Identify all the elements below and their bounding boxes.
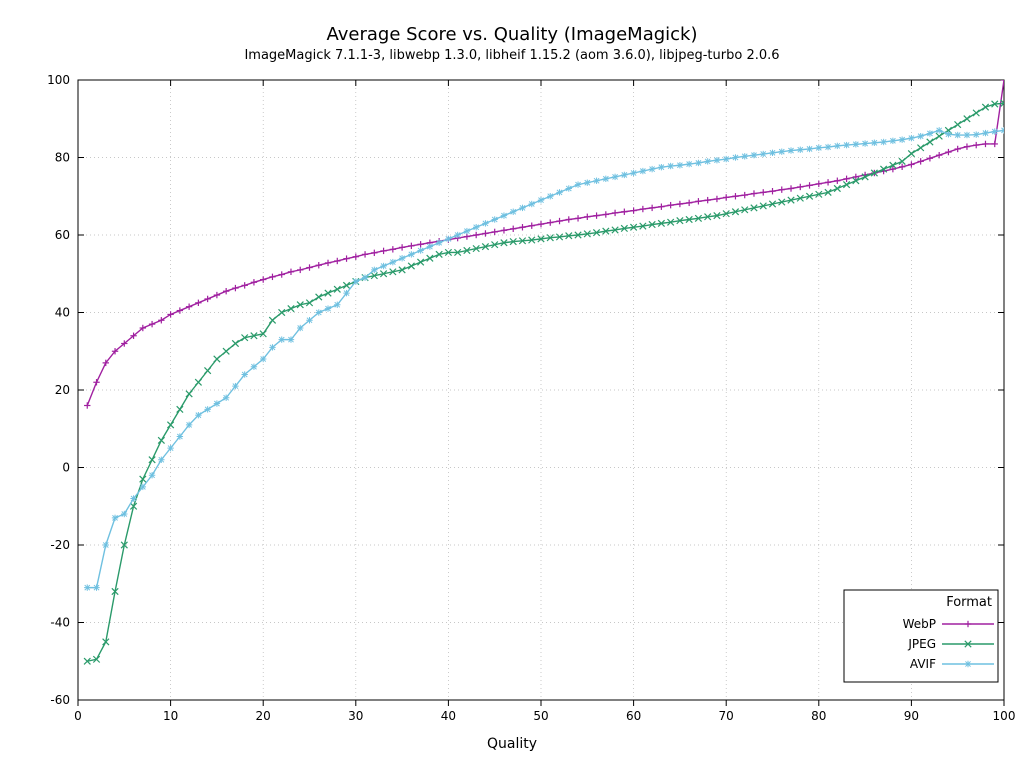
x-tick-label: 0 bbox=[74, 709, 82, 723]
legend-label: WebP bbox=[903, 617, 936, 631]
legend-title: Format bbox=[946, 595, 992, 610]
y-tick-label: -60 bbox=[50, 693, 70, 707]
x-tick-label: 90 bbox=[904, 709, 919, 723]
x-tick-label: 80 bbox=[811, 709, 826, 723]
x-tick-label: 100 bbox=[993, 709, 1016, 723]
y-tick-label: 0 bbox=[62, 461, 70, 475]
x-tick-label: 10 bbox=[163, 709, 178, 723]
y-tick-label: -20 bbox=[50, 538, 70, 552]
x-tick-label: 40 bbox=[441, 709, 456, 723]
legend-label: AVIF bbox=[910, 657, 936, 671]
chart-stage: Average Score vs. Quality (ImageMagick) … bbox=[0, 0, 1024, 768]
x-tick-label: 50 bbox=[533, 709, 548, 723]
y-tick-label: 60 bbox=[55, 228, 70, 242]
legend-label: JPEG bbox=[907, 637, 936, 651]
chart-plot: 0 10 20 30 40 50 60 70 80 90 100 -60 -40 -20 0 20 40 60 80… bbox=[0, 0, 1024, 768]
x-tick-label: 70 bbox=[719, 709, 734, 723]
y-tick-label: -40 bbox=[50, 616, 70, 630]
x-tick-label: 20 bbox=[256, 709, 271, 723]
legend: Format WebP JPEG AVIF bbox=[844, 590, 998, 682]
y-tick-label: 100 bbox=[47, 73, 70, 87]
y-tick-label: 40 bbox=[55, 306, 70, 320]
y-tick-label: 80 bbox=[55, 151, 70, 165]
x-tick-label: 30 bbox=[348, 709, 363, 723]
y-tick-label: 20 bbox=[55, 383, 70, 397]
x-tick-label: 60 bbox=[626, 709, 641, 723]
